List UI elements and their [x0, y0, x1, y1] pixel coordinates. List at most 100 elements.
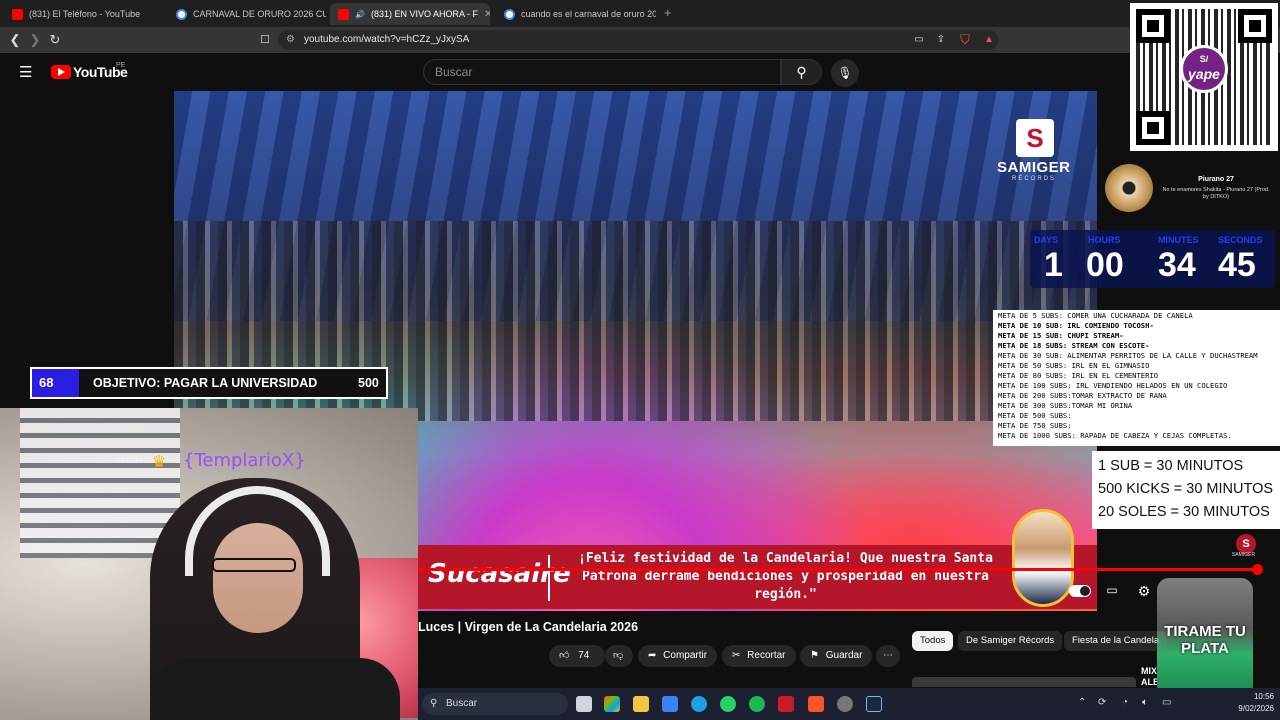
voice-search-button[interactable]: 🎙	[831, 59, 859, 87]
qr-finder	[1238, 9, 1272, 43]
copilot-icon[interactable]	[604, 696, 620, 712]
back-icon[interactable]: ❮	[6, 31, 24, 49]
banner-portrait	[1012, 509, 1074, 607]
youtube-masthead: ☰ YouTube PE Buscar ⚲ 🎙	[0, 53, 1280, 91]
dislike-button[interactable]: 👎︎	[605, 645, 633, 667]
goal-target: 500	[358, 376, 379, 390]
taskbar-search[interactable]: ⚲ Buscar	[422, 693, 568, 715]
brave-rewards-icon[interactable]: ▲	[980, 31, 998, 49]
whatsapp-icon[interactable]	[720, 696, 736, 712]
goal-item: META DE 80 SUBS: IRL EN EL CEMENTERIO	[998, 371, 1159, 380]
timer-label-seconds: SECONDS	[1218, 235, 1263, 245]
timer-seconds: 45	[1218, 246, 1256, 284]
tray-chevron-icon[interactable]: ⌃	[1078, 697, 1086, 708]
browser-tab-active[interactable]: 🔊 (831) EN VIVO AHORA - F ✕	[330, 3, 490, 25]
address-bar[interactable]: ⚙ youtube.com/watch?v=hCZz_yJxySA	[278, 30, 998, 50]
rate-line: 20 SOLES = 30 MINUTOS	[1098, 504, 1270, 520]
like-button[interactable]: 👍︎ 74	[549, 645, 605, 667]
browser-tab[interactable]: (831) El Teléfono - YouTube	[4, 3, 164, 25]
bookmark-icon[interactable]: ☐	[256, 31, 274, 49]
chip-related[interactable]: Fiesta de la Candela	[1064, 631, 1168, 651]
more-actions-button[interactable]: ⋯	[876, 645, 900, 667]
windows-taskbar: ⚲ Buscar ⌃ ⟳ ◔ 🔈︎ ▭ 10:56 9/02/2026	[418, 688, 1280, 720]
channel-watermark-icon: S	[1016, 119, 1054, 157]
subtitles-icon[interactable]: ▭	[1102, 583, 1122, 599]
thumbs-up-icon: 👍︎	[559, 650, 570, 661]
cast-icon[interactable]: ▭	[910, 31, 928, 49]
share-button[interactable]: ➦ Compartir	[638, 645, 718, 667]
goal-item: META DE 18 SUBS: STREAM CON ESCOTE-	[998, 341, 1150, 350]
youtube-icon	[12, 8, 23, 20]
tip-jar-text: TIRAME TU PLATA	[1164, 623, 1246, 657]
video-title: Luces | Virgen de La Candelaria 2026	[418, 620, 639, 634]
obs-icon[interactable]	[837, 696, 853, 712]
glasses	[212, 558, 296, 572]
rate-line: 500 KICKS = 30 MINUTOS	[1098, 481, 1274, 497]
subathon-timer: DAYS HOURS MINUTES SECONDS 1 00 34 45	[1030, 230, 1275, 288]
search-input[interactable]: Buscar	[423, 59, 781, 85]
site-info-icon[interactable]: ⚙	[286, 30, 295, 50]
channel-watermark-sub: RÉCORDS	[1012, 176, 1057, 182]
timer-label-days: DAYS	[1034, 235, 1059, 245]
webcam-shirt	[150, 658, 400, 720]
forward-icon[interactable]: ❯	[26, 31, 44, 49]
brave-shield-icon[interactable]: ⛉	[956, 31, 974, 49]
scrubber-handle[interactable]	[1252, 564, 1264, 575]
share-icon[interactable]: ⇪	[932, 31, 950, 49]
goal-item: META DE 1000 SUBS: RAPADA DE CABEZA Y CE…	[998, 431, 1232, 440]
banner-message: ¡Feliz festividad de la Candelaria! Que …	[578, 551, 993, 602]
spotify-icon[interactable]	[749, 696, 765, 712]
share-arrow-icon: ➦	[648, 650, 657, 661]
app-red-icon[interactable]	[778, 696, 794, 712]
reload-icon[interactable]: ↻	[46, 31, 64, 49]
new-tab-button[interactable]: +	[664, 5, 672, 20]
goal-item: META DE 200 SUBS:TOMAR EXTRACTO DE RANA	[998, 391, 1167, 400]
rate-line: 1 SUB = 30 MINUTOS	[1098, 458, 1244, 474]
scissors-icon: ✂	[732, 650, 741, 661]
url-text: youtube.com/watch?v=hCZz_yJxySA	[304, 34, 470, 45]
channel-small-logo-text: SAMIGER	[1232, 552, 1256, 558]
chat-username: {TemplarioX}	[183, 450, 306, 471]
volume-icon[interactable]: 🔈︎	[1142, 697, 1148, 708]
wifi-icon[interactable]: ◔	[1122, 697, 1128, 708]
browser-tab[interactable]: cuando es el carnaval de oruro 2026	[496, 3, 656, 25]
bookmark-save-icon: ⚑	[810, 650, 819, 661]
chip-all[interactable]: Todos	[912, 631, 954, 651]
timer-label-hours: HOURS	[1088, 235, 1121, 245]
store-icon[interactable]	[662, 696, 678, 712]
goal-item: META DE 5 SUBS: COMER UNA CUCHARADA DE C…	[998, 311, 1193, 320]
qr-finder	[1136, 111, 1170, 145]
channel-watermark-name: SAMIGER	[997, 159, 1071, 176]
clock-date: 9/02/2026	[1238, 704, 1274, 713]
menu-icon[interactable]: ☰	[19, 63, 32, 81]
clip-button[interactable]: ✂ Recortar	[722, 645, 796, 667]
chip-channel[interactable]: De Samiger Récords	[958, 631, 1063, 651]
save-button[interactable]: ⚑ Guardar	[800, 645, 873, 667]
task-view-icon[interactable]	[576, 696, 592, 712]
file-explorer-icon[interactable]	[633, 696, 649, 712]
search-button[interactable]: ⚲	[781, 59, 822, 85]
speaker-icon: 🔊	[355, 9, 365, 19]
battery-icon[interactable]: ▭	[1162, 697, 1171, 708]
webcam-blinds	[20, 408, 180, 558]
song-subtitle: No te enamores Shakita - Piurano 27 (Pro…	[1162, 187, 1270, 200]
close-tab-icon[interactable]: ✕	[484, 9, 490, 20]
goal-current: 68	[32, 369, 79, 397]
taskbar-clock[interactable]: 10:56 9/02/2026	[1222, 691, 1274, 715]
tray-app-icon[interactable]: ⟳	[1098, 697, 1106, 708]
steam-icon[interactable]	[866, 696, 882, 712]
tab-title: (831) El Teléfono - YouTube	[29, 9, 141, 19]
autoplay-toggle[interactable]	[1069, 585, 1091, 597]
clip-label: Recortar	[747, 650, 786, 661]
like-count: 74	[578, 650, 590, 661]
progress-bar[interactable]	[418, 564, 1264, 575]
play-glyph	[58, 68, 65, 76]
lower-third-banner: Sucasaire ¡Feliz festividad de la Candel…	[418, 509, 1097, 609]
browser-tab[interactable]: CARNAVAL DE ORURO 2026 CUANDO	[168, 3, 326, 25]
brave-icon[interactable]	[808, 696, 824, 712]
yape-currency: S/	[1199, 54, 1209, 64]
settings-icon[interactable]: ⚙	[1134, 583, 1154, 599]
edge-icon[interactable]	[691, 696, 707, 712]
related-video-thumbnail[interactable]	[912, 677, 1136, 687]
more-icon: ⋯	[883, 650, 893, 661]
